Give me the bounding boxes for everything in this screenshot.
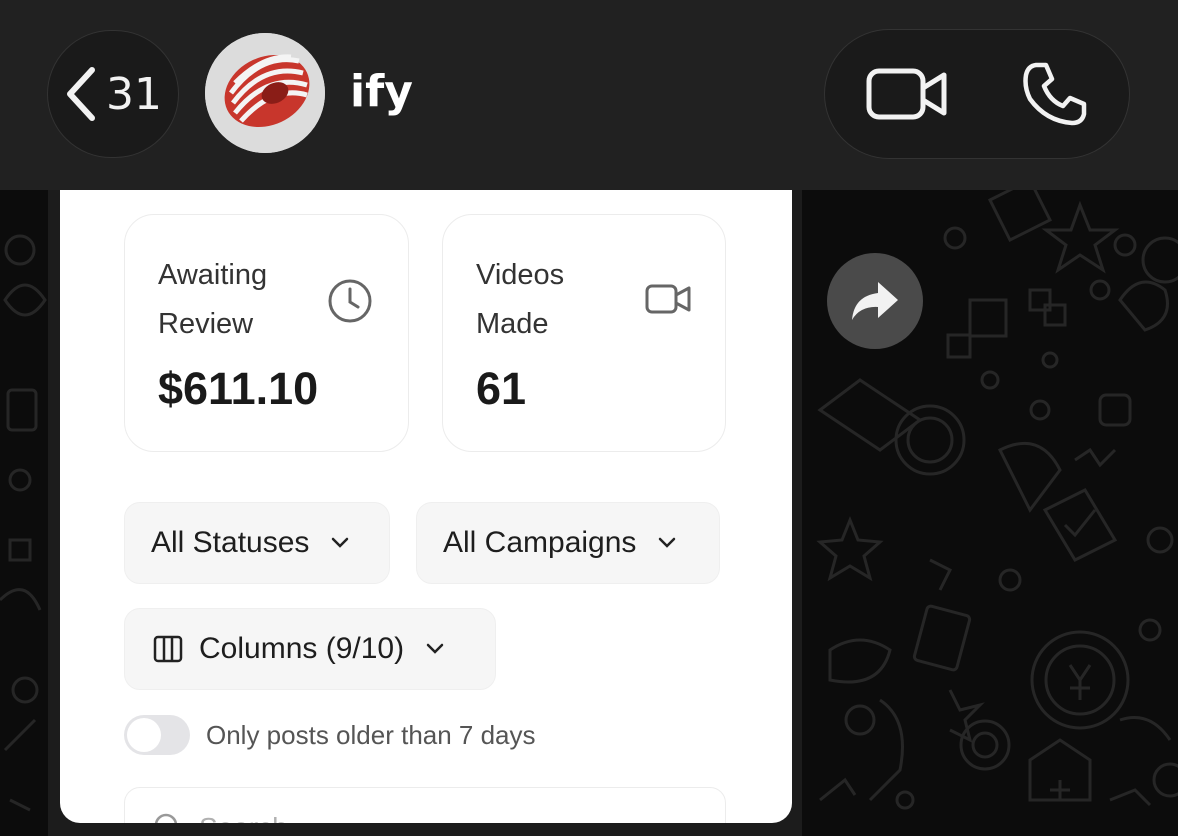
voice-call-button[interactable] <box>985 30 1125 158</box>
chevron-down-icon <box>332 537 349 548</box>
shared-screenshot: Awaiting Review $611.10 Videos Made 61 A… <box>60 190 792 823</box>
avatar-image <box>205 33 325 153</box>
stat-value: 61 <box>476 363 527 414</box>
video-call-button[interactable] <box>837 30 977 158</box>
contact-name[interactable]: ify <box>350 66 413 117</box>
status-filter-dropdown[interactable]: All Statuses <box>124 502 390 584</box>
stat-value: $611.10 <box>158 363 319 414</box>
forward-button[interactable] <box>827 253 923 349</box>
dropdown-label: All Campaigns <box>443 526 637 559</box>
chevron-down-icon <box>659 537 676 548</box>
older-posts-toggle[interactable] <box>124 715 190 755</box>
dropdown-label: All Statuses <box>151 526 310 559</box>
phone-icon <box>1023 62 1087 126</box>
stat-label: Videos Made <box>476 259 565 340</box>
video-icon <box>645 284 691 314</box>
toggle-label: Only posts older than 7 days <box>206 720 536 750</box>
chat-header: 31 ify <box>0 0 1178 190</box>
columns-icon <box>153 635 183 663</box>
video-camera-icon <box>866 68 947 120</box>
toggle-knob <box>127 718 161 752</box>
chevron-down-icon <box>426 643 444 654</box>
forward-arrow-icon <box>852 282 898 320</box>
dropdown-label: Columns (9/10) <box>199 632 405 665</box>
clock-icon <box>328 279 372 323</box>
back-button[interactable]: 31 <box>47 30 179 158</box>
call-actions <box>824 29 1130 159</box>
videos-made-card: Videos Made 61 <box>442 214 726 452</box>
search-icon <box>154 813 178 823</box>
chevron-left-icon <box>67 67 95 121</box>
campaign-filter-dropdown[interactable]: All Campaigns <box>416 502 720 584</box>
columns-dropdown[interactable]: Columns (9/10) <box>124 608 496 690</box>
stat-label: Awaiting Review <box>158 259 268 340</box>
awaiting-review-card: Awaiting Review $611.10 <box>124 214 409 452</box>
contact-avatar[interactable] <box>205 33 325 153</box>
search-input[interactable]: Search... <box>124 787 726 823</box>
unread-count: 31 <box>106 68 162 120</box>
search-placeholder: Search... <box>199 812 311 823</box>
